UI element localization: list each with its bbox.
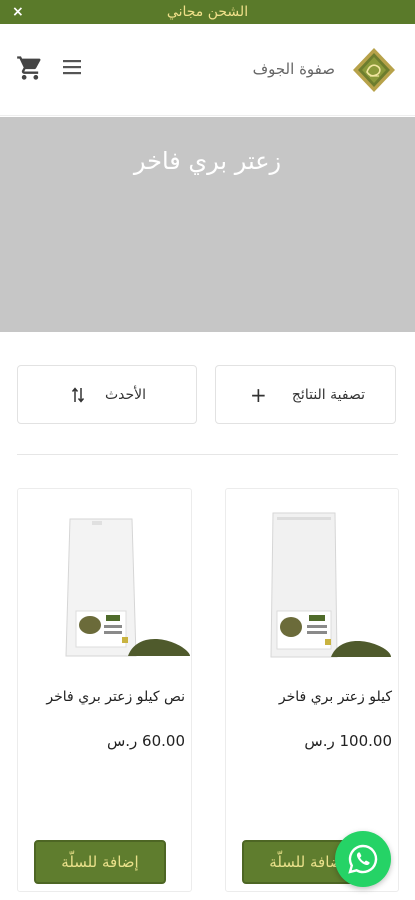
header: صفوة الجوف — [0, 24, 415, 116]
sort-label: الأحدث — [104, 387, 146, 403]
brand-name[interactable]: صفوة الجوف — [253, 59, 335, 79]
product-image[interactable] — [263, 509, 393, 659]
cart-icon[interactable] — [16, 54, 44, 82]
category-title: زعتر بري فاخر — [133, 147, 282, 175]
product-name[interactable]: نص كيلو زعتر بري فاخر — [46, 687, 185, 707]
sort-icon — [71, 387, 85, 403]
whatsapp-icon — [348, 844, 378, 874]
plus-icon: + — [250, 383, 267, 407]
hero-banner: زعتر بري فاخر — [0, 117, 415, 332]
hamburger-menu-icon[interactable] — [62, 59, 82, 75]
product-price: 60.00 ر.س — [106, 732, 185, 750]
promo-bar: × الشحن مجاني — [0, 0, 415, 24]
filter-label: تصفية النتائج — [291, 387, 365, 403]
product-card[interactable]: كيلو زعتر بري فاخر 100.00 ر.س إضافة للسل… — [225, 488, 399, 892]
add-to-cart-button[interactable]: إضافة للسلّة — [34, 840, 166, 884]
divider — [17, 454, 398, 455]
promo-text: الشحن مجاني — [166, 4, 249, 20]
sort-button[interactable]: الأحدث — [17, 365, 197, 424]
product-name[interactable]: كيلو زعتر بري فاخر — [279, 687, 392, 707]
product-price: 100.00 ر.س — [304, 732, 392, 750]
filter-button[interactable]: + تصفية النتائج — [215, 365, 396, 424]
brand-logo-icon[interactable] — [351, 46, 397, 94]
product-image[interactable] — [62, 511, 192, 661]
whatsapp-button[interactable] — [335, 831, 391, 887]
product-card[interactable]: نص كيلو زعتر بري فاخر 60.00 ر.س إضافة لل… — [17, 488, 192, 892]
